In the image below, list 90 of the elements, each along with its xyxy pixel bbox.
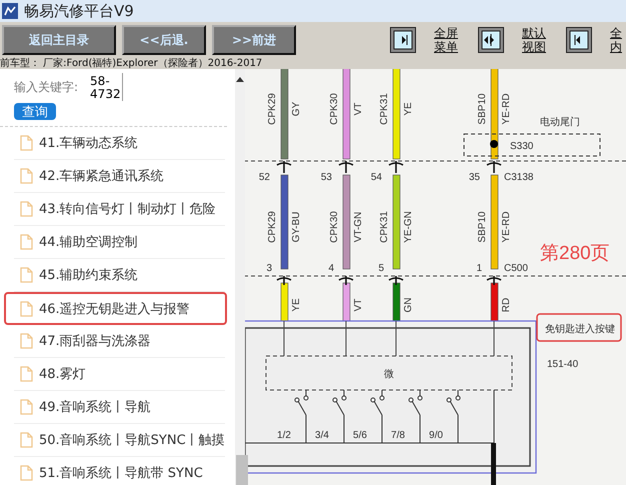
sidebar-item[interactable]: 46.遥控无钥匙进入与报警 — [4, 292, 227, 325]
document-icon — [20, 135, 33, 151]
switch-label: 5/6 — [353, 430, 367, 441]
pin-number: 5 — [378, 263, 384, 274]
sidebar-item[interactable]: 42.车辆紧急通讯系统 — [14, 160, 225, 193]
wire-color-code: YE-GN — [403, 211, 414, 243]
wire-color-code: GY-BU — [291, 212, 302, 242]
wire-color-code: GY — [291, 102, 302, 116]
pin-number: 52 — [258, 172, 270, 183]
sidebar-item[interactable]: 50.音响系统丨导航SYNC丨触摸 — [14, 424, 225, 457]
wire-color-code: VT — [353, 298, 364, 312]
sidebar-item[interactable]: 43.转向信号灯丨制动灯丨危险 — [14, 193, 225, 226]
circuit-label: CPK30 — [329, 93, 340, 125]
circuit-label: CPK29 — [267, 211, 278, 243]
nav-button[interactable]: >>前进 — [212, 25, 296, 55]
pin-number: 4 — [328, 263, 334, 274]
circuit-label: CPK31 — [379, 93, 390, 125]
wire-color-code: YE — [403, 102, 414, 116]
submodule-label: 微 — [384, 369, 394, 380]
pin-number: 53 — [320, 172, 332, 183]
document-icon — [20, 267, 33, 283]
scroll-thumb[interactable] — [236, 455, 248, 485]
sidebar-item[interactable]: 44.辅助空调控制 — [14, 226, 225, 259]
document-icon — [20, 366, 33, 382]
pin-number: 3 — [266, 263, 272, 274]
connector-label: C500 — [504, 263, 528, 274]
app-logo-icon — [2, 3, 18, 19]
document-icon — [20, 300, 33, 316]
document-icon — [20, 234, 33, 250]
circuit-label: CPK29 — [267, 93, 278, 125]
connector-symbol — [338, 275, 354, 286]
sidebar-item[interactable]: 51.音响系统丨导航带 SYNC — [14, 457, 225, 485]
view-link[interactable]: 全屏 菜单 — [434, 26, 458, 54]
pin-number: 1 — [476, 263, 482, 274]
wire-color-code: RD — [501, 298, 512, 312]
switch-label: 3/4 — [315, 430, 329, 441]
car-model-text: 前车型： 厂家:Ford(福特)Explorer（探险者）2016-2017 — [0, 58, 264, 69]
view-toggle-icon[interactable] — [566, 27, 592, 53]
view-toggle-icon[interactable] — [390, 27, 416, 53]
pin-number: 54 — [370, 172, 382, 183]
sidebar-item[interactable]: 49.音响系统丨导航 — [14, 391, 225, 424]
connector-label: C3138 — [504, 172, 534, 183]
document-icon — [20, 432, 33, 448]
document-icon — [20, 168, 33, 184]
wire-color-code: VT — [353, 102, 364, 116]
switch-label: 7/8 — [391, 430, 405, 441]
pin-number: 35 — [468, 172, 480, 183]
search-button[interactable]: 查询 — [14, 103, 56, 120]
page-number: 第280页 — [540, 243, 610, 264]
connector-symbol — [276, 160, 292, 174]
splice-label: S330 — [510, 141, 534, 152]
sidebar-item[interactable]: 45.辅助约束系统 — [14, 259, 225, 292]
connector-symbol — [388, 275, 404, 286]
sidebar-item[interactable]: 48.雾灯 — [14, 358, 225, 391]
connector-symbol — [338, 160, 354, 174]
document-icon — [20, 465, 33, 481]
document-icon — [20, 201, 33, 217]
sidebar-item[interactable]: 47.雨刮器与洗涤器 — [14, 325, 225, 358]
wire-color-code: VT-GN — [353, 212, 364, 242]
connector-symbol — [276, 275, 292, 286]
wire-color-code: YE — [291, 298, 302, 312]
circuit-label: SBP10 — [477, 93, 488, 125]
connector-symbol — [486, 160, 502, 174]
module-code: 151-40 — [547, 359, 578, 370]
view-link[interactable]: 全 内 — [610, 26, 622, 54]
circuit-label: SBP10 — [477, 211, 488, 243]
scrollbar[interactable] — [234, 69, 245, 485]
sidebar-item[interactable]: 41.车辆动态系统 — [14, 127, 225, 160]
keyword-field[interactable]: 58-4732 — [90, 73, 124, 101]
circuit-label: CPK31 — [379, 211, 390, 243]
wire-color-code: YE-RD — [501, 93, 512, 125]
circuit-label: CPK30 — [329, 211, 340, 243]
document-icon — [20, 333, 33, 349]
nav-button[interactable]: <<后退. — [122, 25, 206, 55]
connector-symbol — [486, 275, 502, 286]
switch-label: 9/0 — [429, 430, 443, 441]
wire-color-code: YE-RD — [501, 211, 512, 243]
module-name: 免钥匙进入按键 — [545, 324, 615, 335]
connector-symbol — [388, 160, 404, 174]
nav-button[interactable]: 返回主目录 — [2, 25, 116, 55]
splice-dot-icon — [490, 140, 498, 148]
scroll-up-icon[interactable] — [234, 75, 245, 83]
view-toggle-icon[interactable] — [478, 27, 504, 53]
document-icon — [20, 399, 33, 415]
splice-caption: 电动尾门 — [540, 117, 580, 128]
window-title: 畅易汽修平台V9 — [24, 2, 134, 20]
keyword-label: 输入关键字: — [14, 79, 78, 96]
switch-label: 1/2 — [277, 430, 291, 441]
wire-color-code: GN — [403, 298, 414, 312]
view-link[interactable]: 默认 视图 — [522, 26, 546, 54]
